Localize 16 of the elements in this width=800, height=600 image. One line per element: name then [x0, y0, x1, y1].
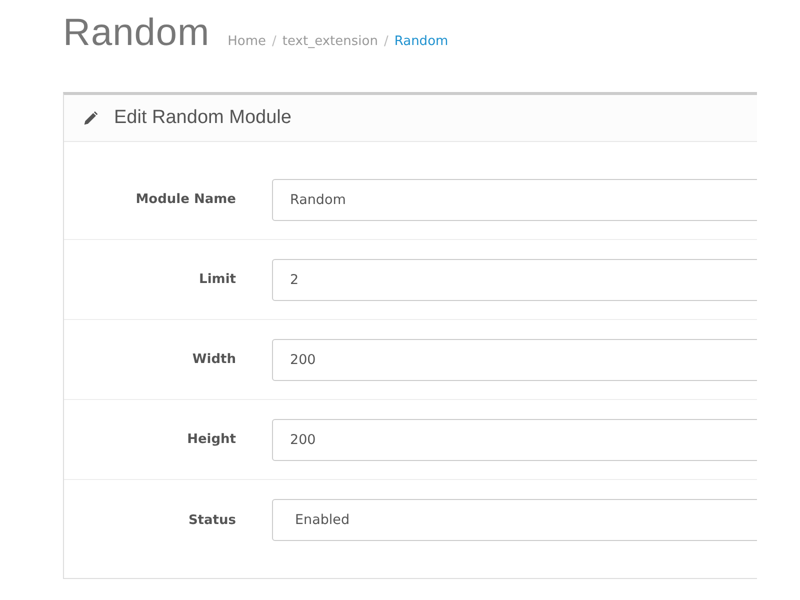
panel-title: Edit Random Module [114, 107, 292, 129]
status-dropdown[interactable]: Enabled [272, 499, 757, 541]
pencil-icon [82, 109, 100, 127]
input-field[interactable]: 200 [272, 418, 757, 460]
page-title: Random [63, 12, 210, 55]
field-label: Height [186, 432, 236, 447]
input-field[interactable]: Random [272, 178, 757, 220]
input-field[interactable]: 200 [272, 338, 757, 380]
breadcrumb-link[interactable]: Random [394, 34, 448, 49]
input-field[interactable]: 2 [272, 258, 757, 300]
field-label: Module Name [134, 192, 236, 207]
field-label: Width [191, 352, 236, 367]
field-label: Status [187, 512, 236, 528]
field-label: Limit [198, 272, 236, 287]
breadcrumb-separator: / [384, 34, 388, 49]
breadcrumb-separator: / [272, 34, 276, 49]
